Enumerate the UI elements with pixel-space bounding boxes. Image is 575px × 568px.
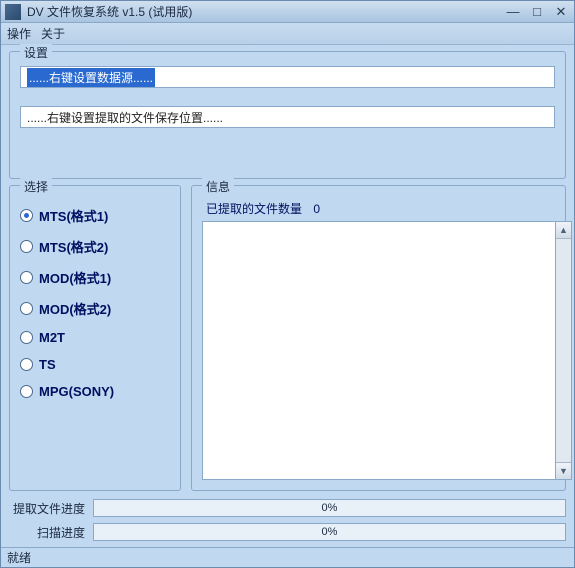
scan-progress-value: 0% bbox=[322, 526, 338, 538]
scan-progress-bar: 0% bbox=[93, 523, 566, 541]
radio-label: MOD(格式1) bbox=[39, 268, 111, 287]
settings-group: 设置 ......右键设置数据源...... ......右键设置提取的文件保存… bbox=[9, 51, 566, 179]
statusbar: 就绪 bbox=[1, 547, 574, 567]
window-title: DV 文件恢复系统 v1.5 (试用版) bbox=[27, 3, 504, 20]
scroll-up-icon[interactable]: ▲ bbox=[556, 222, 571, 239]
menu-about[interactable]: 关于 bbox=[41, 25, 65, 42]
save-path-text: ......右键设置提取的文件保存位置...... bbox=[27, 109, 223, 126]
data-source-text: ......右键设置数据源...... bbox=[27, 68, 155, 87]
radio-mts2[interactable]: MTS(格式2) bbox=[20, 237, 170, 256]
radio-label: TS bbox=[39, 357, 56, 372]
maximize-button[interactable]: □ bbox=[528, 4, 546, 20]
status-text: 就绪 bbox=[7, 549, 31, 566]
settings-legend: 设置 bbox=[20, 44, 52, 61]
radio-label: MPG(SONY) bbox=[39, 384, 114, 399]
mid-row: 选择 MTS(格式1) MTS(格式2) MOD(格式1) MOD(格式2) bbox=[9, 185, 566, 491]
client-area: 设置 ......右键设置数据源...... ......右键设置提取的文件保存… bbox=[1, 45, 574, 547]
radio-label: MTS(格式2) bbox=[39, 237, 108, 256]
minimize-button[interactable]: — bbox=[504, 4, 522, 20]
extracted-count-value: 0 bbox=[313, 202, 320, 216]
menubar: 操作 关于 bbox=[1, 23, 574, 45]
save-path-field[interactable]: ......右键设置提取的文件保存位置...... bbox=[20, 106, 555, 128]
scroll-down-icon[interactable]: ▼ bbox=[556, 462, 571, 479]
scroll-track[interactable] bbox=[556, 239, 571, 462]
radio-icon bbox=[20, 331, 33, 344]
scrollbar-vertical[interactable]: ▲ ▼ bbox=[555, 221, 572, 480]
extract-progress-label: 提取文件进度 bbox=[9, 500, 85, 517]
app-window: DV 文件恢复系统 v1.5 (试用版) — □ ✕ 操作 关于 设置 ....… bbox=[0, 0, 575, 568]
extract-progress-row: 提取文件进度 0% bbox=[9, 499, 566, 517]
info-group: 信息 已提取的文件数量 0 ▲ ▼ bbox=[191, 185, 566, 491]
select-legend: 选择 bbox=[20, 178, 52, 195]
extracted-count-label: 已提取的文件数量 0 bbox=[202, 200, 555, 217]
extract-progress-value: 0% bbox=[322, 502, 338, 514]
radio-mod2[interactable]: MOD(格式2) bbox=[20, 299, 170, 318]
menu-action[interactable]: 操作 bbox=[7, 25, 31, 42]
radio-mts1[interactable]: MTS(格式1) bbox=[20, 206, 170, 225]
extracted-label-text: 已提取的文件数量 bbox=[206, 202, 302, 216]
radio-ts[interactable]: TS bbox=[20, 357, 170, 372]
radio-mpg-sony[interactable]: MPG(SONY) bbox=[20, 384, 170, 399]
radio-icon bbox=[20, 385, 33, 398]
info-legend: 信息 bbox=[202, 178, 234, 195]
radio-icon bbox=[20, 240, 33, 253]
window-controls: — □ ✕ bbox=[504, 4, 570, 20]
data-source-field[interactable]: ......右键设置数据源...... bbox=[20, 66, 555, 88]
radio-label: M2T bbox=[39, 330, 65, 345]
app-icon bbox=[5, 4, 21, 20]
radio-icon bbox=[20, 302, 33, 315]
radio-label: MTS(格式1) bbox=[39, 206, 108, 225]
info-textarea[interactable]: ▲ ▼ bbox=[202, 221, 555, 480]
select-group: 选择 MTS(格式1) MTS(格式2) MOD(格式1) MOD(格式2) bbox=[9, 185, 181, 491]
scan-progress-label: 扫描进度 bbox=[9, 524, 85, 541]
radio-icon bbox=[20, 271, 33, 284]
radio-m2t[interactable]: M2T bbox=[20, 330, 170, 345]
radio-icon bbox=[20, 358, 33, 371]
radio-mod1[interactable]: MOD(格式1) bbox=[20, 268, 170, 287]
titlebar: DV 文件恢复系统 v1.5 (试用版) — □ ✕ bbox=[1, 1, 574, 23]
close-button[interactable]: ✕ bbox=[552, 4, 570, 20]
radio-icon bbox=[20, 209, 33, 222]
extract-progress-bar: 0% bbox=[93, 499, 566, 517]
progress-section: 提取文件进度 0% 扫描进度 0% bbox=[9, 497, 566, 543]
radio-label: MOD(格式2) bbox=[39, 299, 111, 318]
scan-progress-row: 扫描进度 0% bbox=[9, 523, 566, 541]
